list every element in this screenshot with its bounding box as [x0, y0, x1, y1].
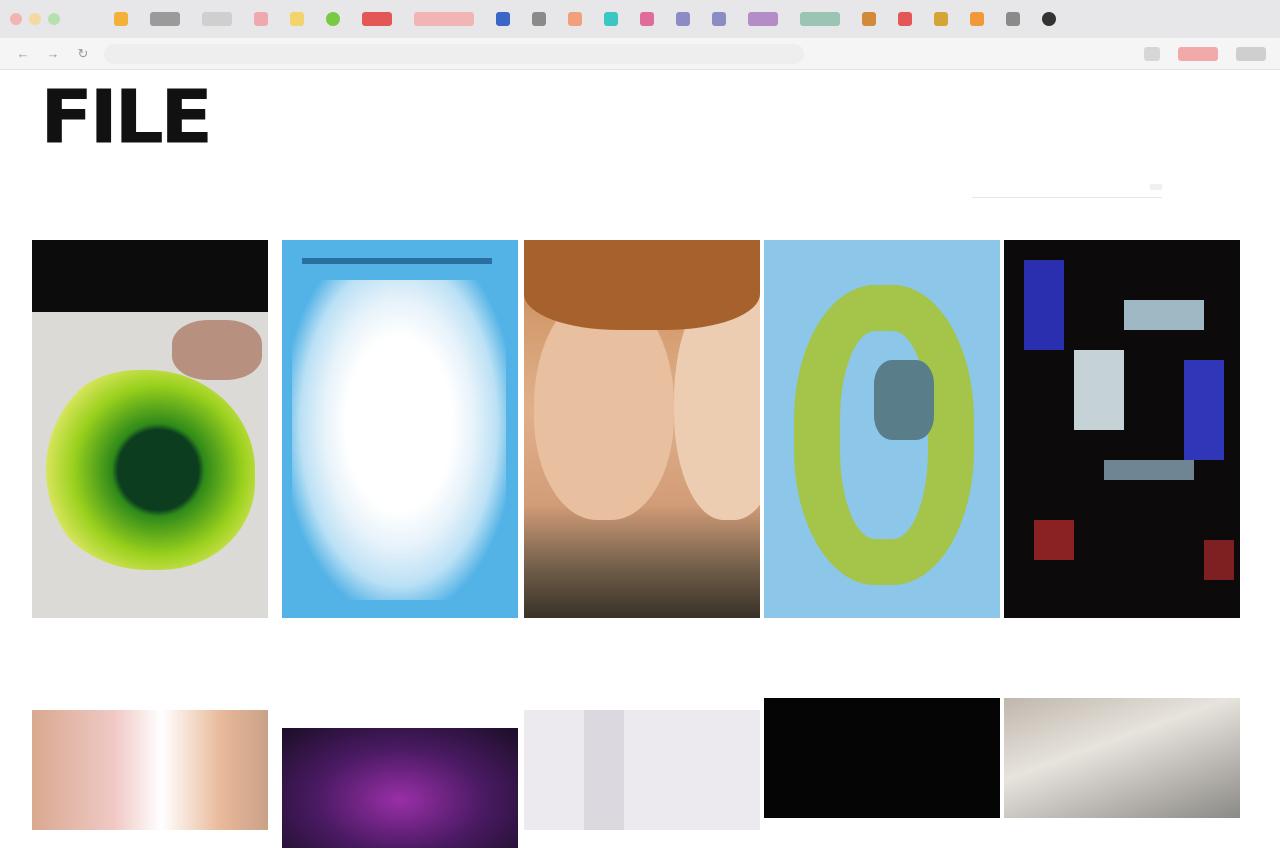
window-controls [10, 13, 60, 25]
tab-favicon-icon[interactable] [748, 12, 778, 26]
profile-icon[interactable] [1236, 46, 1266, 61]
tab-favicon-icon[interactable] [862, 12, 876, 26]
artwork-thumbnail[interactable] [764, 240, 1000, 618]
artwork-card[interactable] [764, 240, 1000, 638]
artwork-thumbnail[interactable] [32, 710, 268, 830]
tab-favicon-icon[interactable] [496, 12, 510, 26]
search-box [972, 176, 1162, 198]
tab-favicon-icon[interactable] [326, 12, 340, 26]
tab-favicon-icon[interactable] [150, 12, 180, 26]
back-arrow-icon[interactable]: ← [14, 45, 32, 63]
tab-favicon-icon[interactable] [676, 12, 690, 26]
site-header: FILE [40, 81, 318, 155]
tab-favicon-icon[interactable] [898, 12, 912, 26]
site-logo[interactable]: FILE [40, 81, 213, 155]
tab-favicon-icon[interactable] [970, 12, 984, 26]
main-navigation [42, 176, 1238, 200]
thumbnail-shape [172, 320, 262, 380]
artwork-thumbnail[interactable] [1004, 240, 1240, 618]
artwork-card[interactable] [1004, 698, 1240, 818]
tab-favicon-icon[interactable] [202, 12, 232, 26]
thumbnail-shape [292, 280, 506, 600]
artwork-thumbnail[interactable] [764, 698, 1000, 818]
tab-favicon-icon[interactable] [712, 12, 726, 26]
tab-favicon-icon[interactable] [568, 12, 582, 26]
thumbnail-shape [1124, 300, 1204, 330]
tab-favicon-icon[interactable] [1006, 12, 1020, 26]
tab-favicon-icon[interactable] [290, 12, 304, 26]
address-bar[interactable] [104, 43, 804, 64]
logo-subtitle [223, 85, 318, 101]
browser-toolbar: ← → ↻ [0, 38, 1280, 70]
artwork-thumbnail[interactable] [524, 710, 760, 830]
artwork-caption[interactable] [282, 618, 518, 638]
thumbnail-shape [1034, 520, 1074, 560]
artwork-card[interactable] [32, 710, 268, 830]
search-input[interactable] [972, 181, 1112, 192]
tab-favicon-icon[interactable] [800, 12, 840, 26]
thumbnail-shape [1184, 360, 1224, 460]
artwork-card[interactable] [764, 698, 1000, 818]
maximize-window-icon[interactable] [48, 13, 60, 25]
tab-favicon-icon[interactable] [640, 12, 654, 26]
artwork-card[interactable] [524, 710, 760, 830]
artwork-caption[interactable] [524, 618, 760, 638]
thumbnail-shape [1204, 540, 1234, 580]
tab-favicon-icon[interactable] [1042, 12, 1056, 26]
search-button[interactable] [1150, 183, 1162, 190]
artwork-thumbnail[interactable] [282, 240, 518, 618]
tab-favicon-icon[interactable] [362, 12, 392, 26]
close-window-icon[interactable] [10, 13, 22, 25]
artwork-caption[interactable] [764, 618, 1000, 638]
tab-favicon-icon[interactable] [604, 12, 618, 26]
thumbnail-banner [32, 240, 268, 312]
thumbnail-shape [1024, 260, 1064, 350]
star-icon[interactable] [1144, 46, 1160, 61]
thumbnail-shape [40, 370, 255, 570]
artwork-card[interactable] [282, 240, 518, 638]
artwork-thumbnail[interactable] [282, 728, 518, 848]
reload-icon[interactable]: ↻ [74, 45, 92, 63]
artwork-card[interactable] [1004, 240, 1240, 638]
tab-favicon-icon[interactable] [114, 12, 128, 26]
thumbnail-shape [584, 710, 624, 830]
artwork-thumbnail[interactable] [524, 240, 760, 618]
artwork-thumbnail[interactable] [32, 240, 268, 618]
artwork-card[interactable] [282, 728, 518, 848]
thumbnail-shape [524, 240, 760, 330]
tab-favicon-icon[interactable] [934, 12, 948, 26]
minimize-window-icon[interactable] [29, 13, 41, 25]
thumbnail-shape [302, 258, 492, 264]
tab-favicon-icon[interactable] [532, 12, 546, 26]
thumbnail-shape [1074, 350, 1124, 430]
forward-arrow-icon[interactable]: → [44, 45, 62, 63]
thumbnail-shape [874, 360, 934, 440]
tab-favicon-icon[interactable] [254, 12, 268, 26]
artwork-card[interactable] [32, 240, 268, 638]
tab-favicon-icon[interactable] [414, 12, 474, 26]
thumbnail-shape [1104, 460, 1194, 480]
artwork-card[interactable] [524, 240, 760, 638]
browser-tab-strip [0, 0, 1280, 38]
extension-icon[interactable] [1178, 46, 1218, 61]
artwork-caption[interactable] [32, 618, 268, 638]
artwork-caption[interactable] [1004, 618, 1240, 638]
artwork-thumbnail[interactable] [1004, 698, 1240, 818]
